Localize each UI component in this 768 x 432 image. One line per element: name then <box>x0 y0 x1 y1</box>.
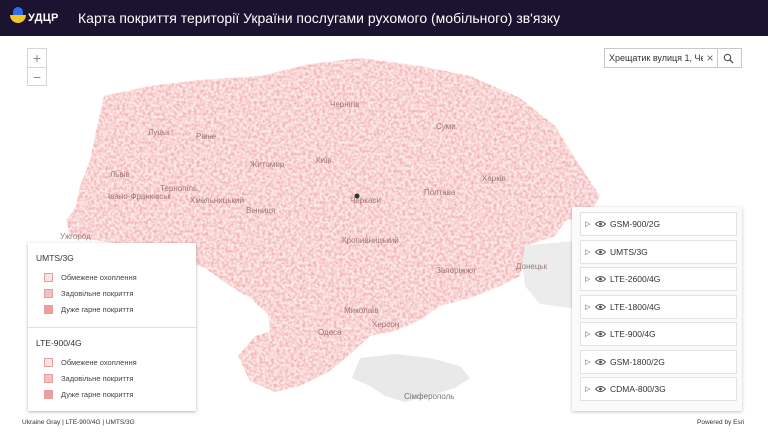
city-label-uzhhorod: Ужгород <box>60 232 91 241</box>
logo-text: УДЦР <box>28 12 59 24</box>
legend-swatch <box>44 357 53 367</box>
udcr-logo[interactable]: УДЦР <box>6 4 58 32</box>
clear-search-button[interactable]: × <box>703 49 717 67</box>
city-label-donetsk: Донецьк <box>516 262 548 271</box>
visibility-eye-icon[interactable] <box>595 358 606 366</box>
legend-item: Обмежене охоплення <box>36 354 188 370</box>
legend-item: Дуже гарне покриття <box>36 301 188 317</box>
city-label-zhytomyr: Житомир <box>250 160 285 169</box>
expand-triangle-icon[interactable]: ▷ <box>585 385 595 393</box>
search-button[interactable] <box>717 49 739 67</box>
expand-triangle-icon[interactable]: ▷ <box>585 303 595 311</box>
legend-swatch <box>44 373 53 383</box>
visibility-eye-icon[interactable] <box>595 248 606 256</box>
visibility-eye-icon[interactable] <box>595 220 606 228</box>
layer-item-gsm900[interactable]: ▷ GSM-900/2G <box>580 212 737 236</box>
city-label-vinnytsia: Вінниця <box>246 206 276 215</box>
city-label-odesa: Одеса <box>318 328 342 337</box>
search-icon <box>723 53 734 63</box>
city-label-rivne: Рівне <box>196 132 217 141</box>
search-widget: × <box>604 48 742 68</box>
city-label-kropyvnytskyi: Кропивницький <box>342 236 399 245</box>
city-label-kharkiv: Харків <box>482 174 506 183</box>
zoom-in-button[interactable]: + <box>28 49 46 67</box>
legend-item-label: Обмежене охоплення <box>61 272 137 282</box>
city-label-simferopol: Сімферополь <box>404 392 455 401</box>
legend-panel: UMTS/3G Обмежене охоплення Задовільне по… <box>28 243 196 411</box>
layer-label: GSM-1800/2G <box>610 356 665 367</box>
city-label-sumy: Суми <box>436 122 456 131</box>
legend-item: Задовільне покриття <box>36 285 188 301</box>
legend-swatch <box>44 272 53 282</box>
layer-item-cdma800[interactable]: ▷ CDMA-800/3G <box>580 377 737 401</box>
city-label-zaporizhzhia: Запоріжжя <box>436 266 476 275</box>
legend-divider <box>28 327 196 328</box>
search-input[interactable] <box>605 49 703 67</box>
legend-swatch <box>44 389 53 399</box>
legend-swatch <box>44 288 53 298</box>
zoom-control: + − <box>27 48 47 86</box>
layer-label: UMTS/3G <box>610 246 648 257</box>
map-attribution: Ukraine Gray | LTE-900/4G | UMTS/3G <box>22 419 135 426</box>
legend-item-label: Обмежене охоплення <box>61 357 137 367</box>
city-label-lutsk: Луцьк <box>148 128 170 137</box>
page-title: Карта покриття території України послуга… <box>78 10 561 26</box>
legend-section-title: LTE-900/4G <box>36 338 82 348</box>
legend-swatch <box>44 304 53 314</box>
legend-item-label: Задовільне покриття <box>61 373 134 383</box>
zoom-out-button[interactable]: − <box>28 67 46 85</box>
app-header: УДЦР Карта покриття території України по… <box>0 0 768 36</box>
legend-item-label: Задовільне покриття <box>61 288 134 298</box>
visibility-eye-icon[interactable] <box>595 385 606 393</box>
visibility-eye-icon[interactable] <box>595 330 606 338</box>
visibility-eye-icon[interactable] <box>595 303 606 311</box>
layer-item-lte900[interactable]: ▷ LTE-900/4G <box>580 322 737 346</box>
layer-list-panel: ▷ GSM-900/2G ▷ UMTS/3G ▷ LTE-2600/4G ▷ L… <box>572 207 742 411</box>
legend-item-label: Дуже гарне покриття <box>61 304 134 314</box>
expand-triangle-icon[interactable]: ▷ <box>585 330 595 338</box>
expand-triangle-icon[interactable]: ▷ <box>585 248 595 256</box>
layer-label: GSM-900/2G <box>610 219 661 229</box>
legend-item: Дуже гарне покриття <box>36 386 188 402</box>
logo-mark-icon <box>10 7 26 23</box>
legend-item: Обмежене охоплення <box>36 269 188 285</box>
legend-item-label: Дуже гарне покриття <box>61 389 134 399</box>
layer-label: CDMA-800/3G <box>610 384 666 394</box>
layer-label: LTE-1800/4G <box>610 301 661 312</box>
expand-triangle-icon[interactable]: ▷ <box>585 275 595 283</box>
city-label-lviv: Львів <box>110 170 130 179</box>
city-label-kyiv: Київ <box>316 156 332 165</box>
city-label-ivanofrankivsk: Івано-Франківськ <box>108 192 171 201</box>
city-label-chernihiv: Чернігів <box>330 100 360 109</box>
visibility-eye-icon[interactable] <box>595 275 606 283</box>
city-label-cherkasy: Черкаси <box>350 196 381 205</box>
city-label-khmelnytskyi: Хмельницький <box>190 196 244 205</box>
city-label-mykolaiv: Миколаїв <box>344 306 379 315</box>
layer-label: LTE-2600/4G <box>610 274 661 284</box>
layer-item-lte1800[interactable]: ▷ LTE-1800/4G <box>580 294 737 319</box>
expand-triangle-icon[interactable]: ▷ <box>585 220 595 228</box>
layer-item-umts[interactable]: ▷ UMTS/3G <box>580 239 737 264</box>
city-label-poltava: Полтава <box>424 188 456 197</box>
layer-item-gsm1800[interactable]: ▷ GSM-1800/2G <box>580 349 737 374</box>
legend-item: Задовільне покриття <box>36 370 188 386</box>
layer-label: LTE-900/4G <box>610 329 656 339</box>
expand-triangle-icon[interactable]: ▷ <box>585 358 595 366</box>
powered-by-esri-link[interactable]: Powered by Esri <box>697 419 744 426</box>
city-label-kherson: Херсон <box>372 320 400 329</box>
layer-item-lte2600[interactable]: ▷ LTE-2600/4G <box>580 267 737 291</box>
legend-section-title: UMTS/3G <box>36 253 74 263</box>
